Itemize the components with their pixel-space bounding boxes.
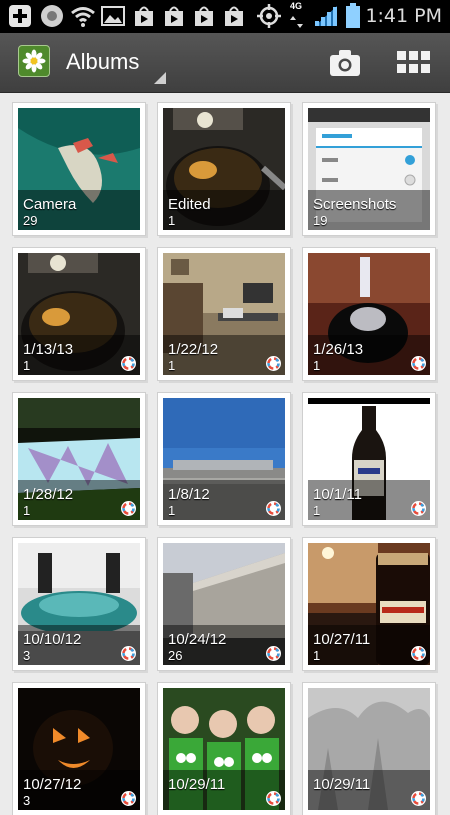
album-name: Screenshots [313, 196, 397, 213]
gallery-app-icon[interactable] [18, 45, 50, 77]
album-card-edited[interactable]: Edited 1 [158, 103, 290, 235]
album-label-bar: Camera 29 [18, 190, 140, 230]
clock: 1:41 PM [365, 5, 442, 27]
album-name: 10/24/12 [168, 631, 227, 648]
album-count: 1 [313, 358, 321, 373]
album-count: 19 [313, 213, 328, 228]
album-card[interactable]: 1/8/12 1 [158, 393, 290, 525]
album-thumbnail: Edited 1 [163, 108, 285, 230]
album-thumbnail: Screenshots 19 [308, 108, 430, 230]
picasa-sync-icon [121, 646, 136, 661]
album-card[interactable]: 10/24/12 26 [158, 538, 290, 670]
album-thumbnail: 10/27/12 3 [18, 688, 140, 810]
album-card[interactable]: 10/29/11 [158, 683, 290, 815]
play-store-icon [195, 6, 213, 26]
album-thumbnail: 10/1/11 1 [308, 398, 430, 520]
album-card[interactable]: 10/27/12 3 [13, 683, 145, 815]
album-name: 10/29/11 [168, 776, 226, 793]
picasa-sync-icon [411, 791, 426, 806]
album-name: 10/27/11 [313, 631, 371, 648]
album-card[interactable]: 10/10/12 3 [13, 538, 145, 670]
album-card[interactable]: 10/1/11 1 [303, 393, 435, 525]
daisy-icon [22, 49, 46, 73]
album-count: 29 [23, 213, 38, 228]
album-grid: Camera 29 Edited 1 Screenshots 19 1/13/1… [0, 92, 450, 815]
picasa-sync-icon [266, 791, 281, 806]
picasa-sync-icon [121, 356, 136, 371]
album-name: 1/28/12 [23, 486, 74, 503]
album-count: 3 [23, 793, 31, 808]
album-thumbnail: 10/24/12 26 [163, 543, 285, 665]
album-count: 1 [23, 358, 31, 373]
album-name: 10/10/12 [23, 631, 82, 648]
album-name: 10/29/11 [313, 776, 371, 793]
album-name: 1/13/13 [23, 341, 74, 358]
grid-view-icon[interactable] [397, 51, 431, 75]
album-label-bar: Edited 1 [163, 190, 285, 230]
album-count: 1 [23, 503, 31, 518]
camera-icon[interactable] [330, 49, 360, 77]
album-label-bar: Screenshots 19 [308, 190, 430, 230]
album-card-camera[interactable]: Camera 29 [13, 103, 145, 235]
play-store-icon [165, 6, 183, 26]
status-bar: 4G 1:41 PM [0, 0, 450, 33]
album-thumbnail: 1/8/12 1 [163, 398, 285, 520]
gallery-notification-icon [101, 6, 125, 26]
battery-icon [346, 3, 360, 28]
album-card[interactable]: 1/28/12 1 [13, 393, 145, 525]
album-thumbnail: 1/26/13 1 [308, 253, 430, 375]
picasa-sync-icon [266, 501, 281, 516]
album-name: Edited [168, 196, 211, 213]
gps-icon [257, 4, 281, 28]
data-arrows-icon [290, 16, 303, 28]
signal-icon [315, 6, 337, 26]
picasa-sync-icon [266, 646, 281, 661]
album-card-screenshots[interactable]: Screenshots 19 [303, 103, 435, 235]
album-card[interactable]: 10/29/11 [303, 683, 435, 815]
picasa-sync-icon [266, 356, 281, 371]
album-count: 26 [168, 648, 183, 663]
album-name: 1/8/12 [168, 486, 210, 503]
album-count: 1 [168, 213, 176, 228]
album-thumbnail: 1/22/12 1 [163, 253, 285, 375]
page-title[interactable]: Albums [66, 49, 139, 75]
album-name: 1/26/13 [313, 341, 364, 358]
wifi-icon [71, 7, 95, 27]
network-type: 4G [290, 1, 303, 11]
picasa-sync-icon [411, 501, 426, 516]
album-name: 10/1/11 [313, 486, 362, 503]
sync-notification-icon [41, 5, 63, 27]
play-store-icon [225, 6, 243, 26]
picasa-sync-icon [121, 791, 136, 806]
play-store-icon [135, 6, 153, 26]
album-count: 1 [168, 503, 176, 518]
album-name: Camera [23, 196, 77, 213]
add-notification-icon [9, 5, 31, 27]
dropdown-indicator-icon[interactable] [154, 72, 166, 84]
album-thumbnail: 1/28/12 1 [18, 398, 140, 520]
album-card[interactable]: 1/26/13 1 [303, 248, 435, 380]
album-thumbnail: Camera 29 [18, 108, 140, 230]
album-count: 1 [313, 648, 321, 663]
album-thumbnail: 1/13/13 1 [18, 253, 140, 375]
album-card[interactable]: 10/27/11 1 [303, 538, 435, 670]
album-name: 1/22/12 [168, 341, 219, 358]
album-count: 3 [23, 648, 31, 663]
album-thumbnail: 10/29/11 [308, 688, 430, 810]
album-thumbnail: 10/10/12 3 [18, 543, 140, 665]
album-card[interactable]: 1/13/13 1 [13, 248, 145, 380]
album-count: 1 [313, 503, 321, 518]
picasa-sync-icon [411, 646, 426, 661]
album-thumbnail: 10/27/11 1 [308, 543, 430, 665]
picasa-sync-icon [411, 356, 426, 371]
album-thumbnail: 10/29/11 [163, 688, 285, 810]
album-name: 10/27/12 [23, 776, 82, 793]
picasa-sync-icon [121, 501, 136, 516]
album-count: 1 [168, 358, 176, 373]
action-bar: Albums [0, 33, 450, 93]
album-card[interactable]: 1/22/12 1 [158, 248, 290, 380]
